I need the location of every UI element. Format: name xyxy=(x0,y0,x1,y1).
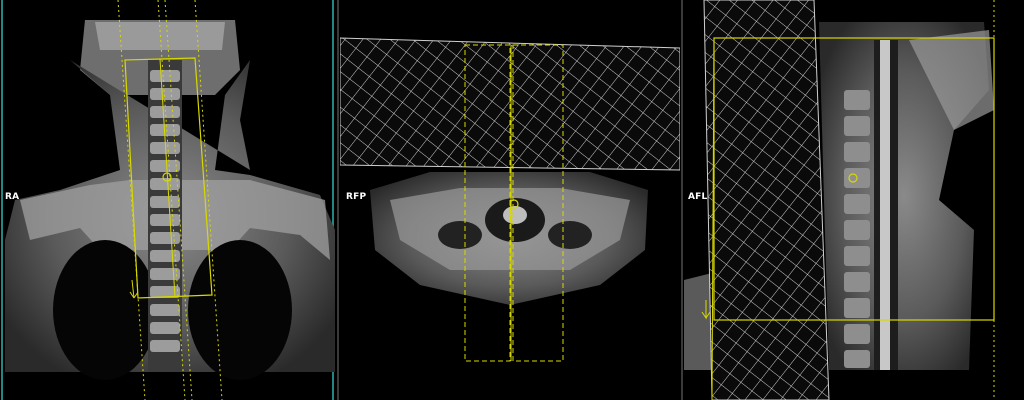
axial-viewport[interactable]: RFP xyxy=(340,0,680,400)
sagittal-viewport[interactable]: AFL xyxy=(684,0,1024,400)
coronal-viewport[interactable]: RA xyxy=(0,0,336,400)
sagittal-image xyxy=(684,0,995,400)
orientation-label: AFL xyxy=(688,192,708,202)
orientation-label: RA xyxy=(5,192,20,202)
viewport-separator xyxy=(681,0,683,400)
coronal-image xyxy=(1,0,335,400)
orientation-label: RFP xyxy=(346,192,367,202)
viewport-separator xyxy=(337,0,339,400)
axial-image xyxy=(340,37,680,362)
